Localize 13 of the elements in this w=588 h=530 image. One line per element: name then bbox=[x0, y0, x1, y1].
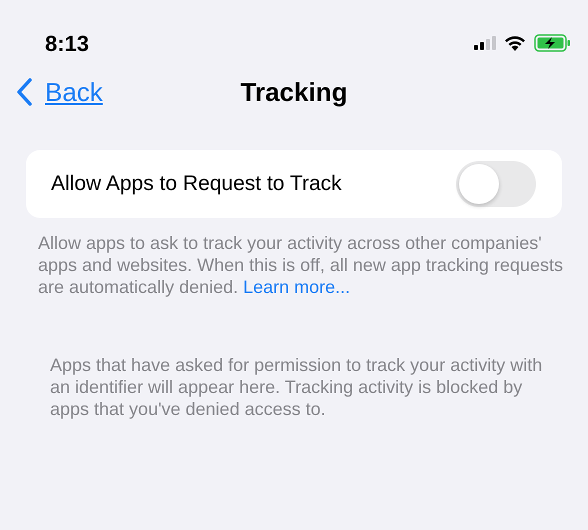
chevron-left-icon bbox=[15, 77, 33, 107]
status-time: 8:13 bbox=[45, 30, 90, 58]
setting-description: Allow apps to ask to track your activity across other companies' apps and websites. When this is off, all new app tracking requests are automatically denied. Learn more... bbox=[38, 232, 564, 298]
setting-label: Allow Apps to Request to Track bbox=[51, 171, 342, 198]
back-label[interactable]: Back bbox=[45, 72, 103, 112]
battery-charging-icon bbox=[534, 34, 572, 52]
back-button[interactable]: Back bbox=[0, 72, 103, 112]
wifi-icon bbox=[504, 35, 526, 51]
tracking-info: Apps that have asked for permission to track your activity with an identifier will appear here. Tracking activity is blocked by apps that you've denied access to. bbox=[50, 354, 544, 420]
signal-icon bbox=[474, 36, 496, 50]
learn-more-link[interactable]: Learn more... bbox=[243, 277, 350, 297]
page-title: Tracking bbox=[240, 76, 348, 108]
toggle-switch[interactable] bbox=[456, 161, 536, 207]
